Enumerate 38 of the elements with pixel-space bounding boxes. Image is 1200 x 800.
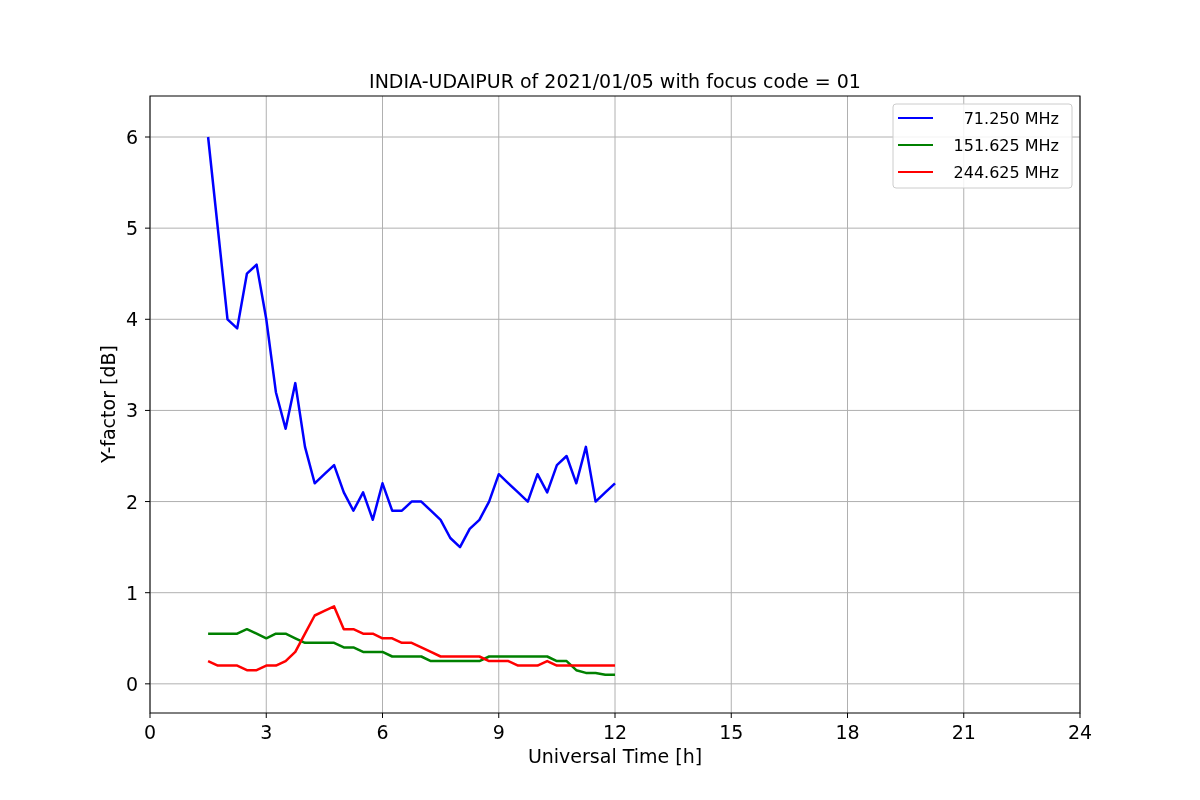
tick-mark [265, 712, 267, 719]
tick-mark [498, 712, 500, 719]
tick-mark [144, 136, 151, 138]
tick-mark [382, 712, 383, 719]
tick-mark [730, 712, 732, 719]
x-tick-label: 9 [492, 721, 505, 743]
y-axis-label: Y-factor [dB] [97, 345, 119, 463]
x-tick-label: 0 [143, 721, 157, 743]
y-tick-label: 3 [125, 399, 138, 422]
legend-label: 151.625 MHz [953, 136, 1059, 155]
legend-label: 244.625 MHz [953, 163, 1059, 182]
tick-mark [144, 501, 151, 503]
x-tick-label: 3 [260, 721, 273, 743]
y-tick-label: 1 [125, 581, 138, 604]
chart-title: INDIA-UDAIPUR of 2021/01/05 with focus code = 01 [369, 70, 861, 92]
tick-mark [149, 712, 151, 719]
legend-label: 71.250 MHz [963, 109, 1059, 128]
tick-mark [144, 318, 151, 320]
tick-mark [144, 409, 151, 411]
y-tick-label: 0 [125, 672, 138, 695]
y-tick-label: 4 [125, 308, 138, 331]
tick-mark [144, 592, 151, 594]
tick-mark [847, 712, 848, 719]
tick-mark [963, 712, 965, 719]
x-tick-label: 15 [719, 721, 744, 743]
tick-mark [614, 712, 616, 719]
y-tick-label: 6 [125, 126, 138, 148]
x-tick-label: 24 [1067, 721, 1093, 743]
tick-mark [144, 227, 151, 229]
tick-mark [1079, 712, 1081, 719]
x-tick-label: 6 [376, 721, 389, 743]
x-tick-label: 18 [835, 721, 860, 743]
x-axis-label: Universal Time [h] [527, 745, 703, 767]
y-tick-label: 2 [125, 490, 138, 513]
x-tick-label: 21 [951, 721, 976, 743]
y-tick-label: 5 [125, 217, 138, 240]
x-tick-label: 12 [602, 721, 628, 743]
tick-mark [144, 683, 151, 685]
